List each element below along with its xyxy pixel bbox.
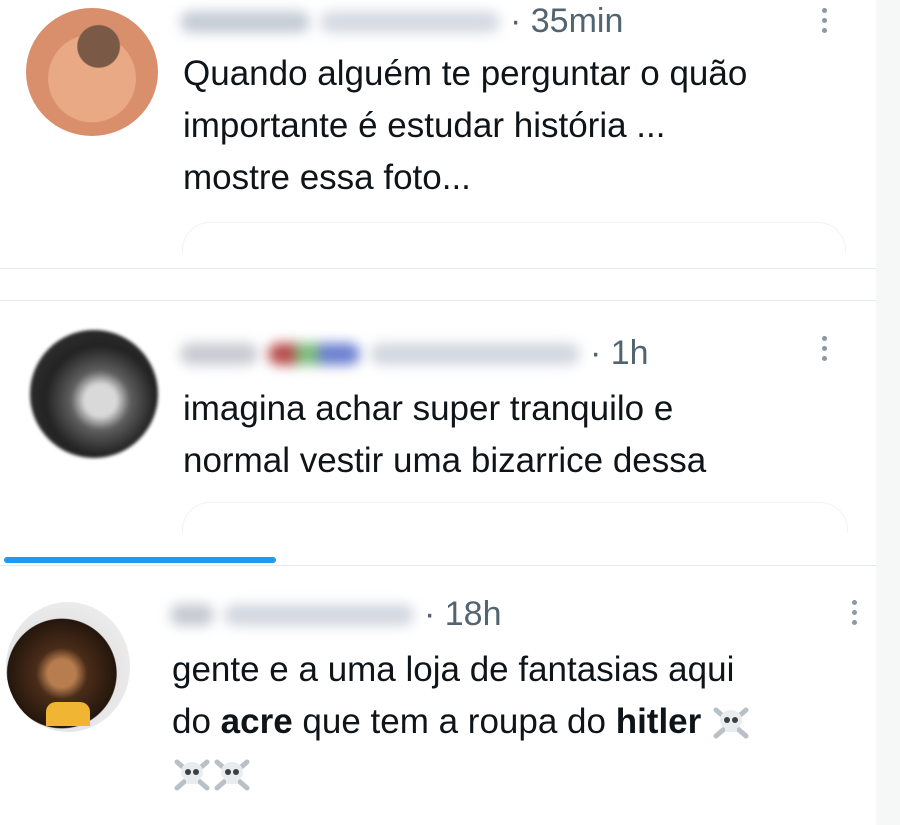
- emoji-line: [172, 748, 751, 800]
- loading-progress-bar: [4, 557, 276, 563]
- avatar[interactable]: [30, 330, 158, 458]
- skull-and-crossbones-icon: [214, 759, 250, 791]
- tweet-timestamp[interactable]: · 1h: [590, 334, 649, 373]
- tweet-text-line: do acre que tem a roupa do hitler: [172, 696, 751, 748]
- tweet-timestamp[interactable]: · 18h: [424, 595, 502, 634]
- tweet-text-line: Quando alguém te perguntar o quão: [183, 54, 748, 93]
- bold-text-acre: acre: [220, 702, 293, 741]
- tweet-text: gente e a uma loja de fantasias aqui do …: [172, 644, 751, 800]
- divider: [0, 268, 876, 269]
- avatar[interactable]: [26, 8, 158, 136]
- tweet-timestamp[interactable]: · 35min: [510, 2, 623, 41]
- divider: [0, 565, 876, 566]
- more-options-icon[interactable]: [822, 8, 830, 33]
- author-name-blurred[interactable]: [180, 10, 310, 33]
- tweet-text-line: importante é estudar história ...: [183, 106, 666, 145]
- author-emoji-blurred: [268, 342, 360, 365]
- more-options-icon[interactable]: [822, 336, 830, 361]
- tweet-text-line: imagina achar super tranquilo e: [183, 389, 674, 428]
- tweet-header: · 18h: [170, 595, 502, 634]
- tweet-text-line: mostre essa foto...: [183, 158, 471, 197]
- media-card[interactable]: [182, 502, 848, 533]
- text-segment: que tem a roupa do: [292, 702, 616, 741]
- tweet-header: · 1h: [180, 334, 649, 373]
- skull-and-crossbones-icon: [713, 707, 749, 739]
- author-name-blurred[interactable]: [170, 603, 214, 626]
- tweet-header: · 35min: [180, 2, 623, 41]
- right-edge-strip: [876, 0, 900, 825]
- author-handle-blurred[interactable]: [320, 10, 500, 33]
- tweet-text-line: normal vestir uma bizarrice dessa: [183, 441, 707, 480]
- text-segment: do: [172, 702, 221, 741]
- skull-and-crossbones-icon: [174, 759, 210, 791]
- tweet-text: imagina achar super tranquilo e normal v…: [183, 383, 706, 487]
- author-handle-blurred[interactable]: [224, 603, 414, 626]
- divider: [0, 300, 876, 301]
- author-handle-blurred[interactable]: [370, 342, 580, 365]
- media-card[interactable]: [182, 222, 846, 253]
- tweet-text-line: gente e a uma loja de fantasias aqui: [172, 650, 735, 689]
- bold-text-hitler: hitler: [615, 702, 702, 741]
- tweet-text: Quando alguém te perguntar o quão import…: [183, 48, 747, 204]
- more-options-icon[interactable]: [852, 600, 860, 625]
- author-name-blurred[interactable]: [180, 342, 258, 365]
- avatar[interactable]: [6, 602, 130, 732]
